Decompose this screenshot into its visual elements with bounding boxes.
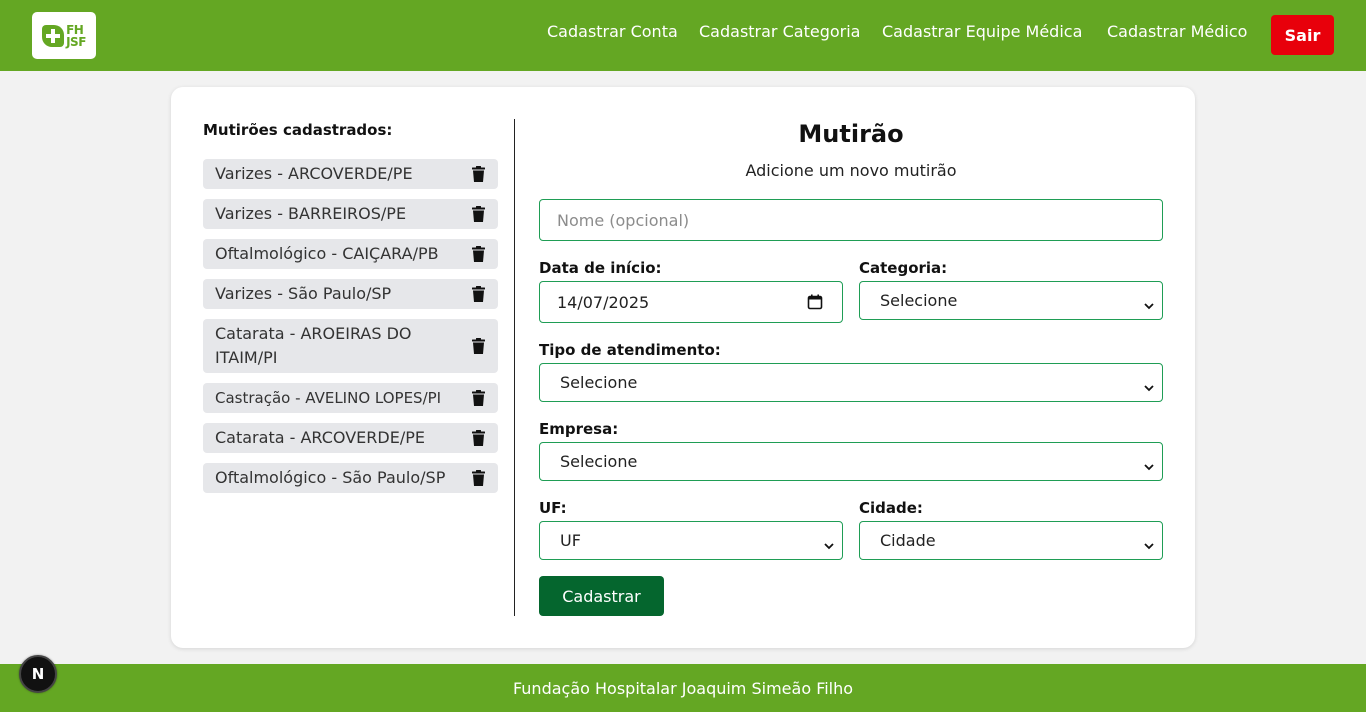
company-label: Empresa: xyxy=(539,420,619,438)
list-item-label: Castração - AVELINO LOPES/PI xyxy=(215,389,442,407)
list-item-label: Varizes - São Paulo/SP xyxy=(215,284,392,303)
form-title: Mutirão xyxy=(798,120,904,148)
medical-cross-icon xyxy=(42,24,65,47)
nav-cadastrar-categoria[interactable]: Cadastrar Categoria xyxy=(699,22,860,41)
fhjsf-logo[interactable]: FH JSF xyxy=(32,12,96,59)
list-item-label: Catarata - ARCOVERDE/PE xyxy=(215,428,425,447)
uf-select[interactable]: UF xyxy=(539,521,843,560)
service-type-select[interactable]: Selecione xyxy=(539,363,1163,402)
start-date-input[interactable]: 14/07/2025 xyxy=(539,281,843,323)
top-navbar: FH JSF Cadastrar Conta Cadastrar Categori… xyxy=(0,0,1366,71)
trash-icon[interactable] xyxy=(472,390,485,406)
uf-select-value: UF xyxy=(560,531,581,550)
list-item: Oftalmológico - São Paulo/SP xyxy=(203,463,498,493)
nav-cadastrar-medico[interactable]: Cadastrar Médico xyxy=(1107,22,1247,41)
start-date-value: 14/07/2025 xyxy=(557,292,650,312)
start-date-label: Data de início: xyxy=(539,259,662,277)
trash-icon[interactable] xyxy=(472,338,485,354)
trash-icon[interactable] xyxy=(472,166,485,182)
trash-icon[interactable] xyxy=(472,470,485,486)
chevron-down-icon xyxy=(824,536,834,549)
category-select[interactable]: Selecione xyxy=(859,281,1163,320)
city-label: Cidade: xyxy=(859,499,923,517)
list-item-label: Varizes - BARREIROS/PE xyxy=(215,204,407,223)
chevron-down-icon xyxy=(1144,378,1154,391)
chevron-down-icon xyxy=(1144,457,1154,470)
category-label: Categoria: xyxy=(859,259,948,277)
list-item-label: Oftalmológico - CAIÇARA/PB xyxy=(215,244,439,263)
list-item: Catarata - AROEIRAS DO ITAIM/PI xyxy=(203,319,498,373)
list-item-label: Oftalmológico - São Paulo/SP xyxy=(215,468,446,487)
list-title: Mutirões cadastrados: xyxy=(203,121,393,139)
dev-tools-badge[interactable]: N xyxy=(19,655,57,693)
trash-icon[interactable] xyxy=(472,206,485,222)
service-type-select-value: Selecione xyxy=(560,373,638,392)
list-item: Castração - AVELINO LOPES/PI xyxy=(203,383,498,413)
vertical-divider xyxy=(514,119,515,616)
nav-cadastrar-equipe-medica[interactable]: Cadastrar Equipe Médica xyxy=(882,22,1082,41)
city-select-value: Cidade xyxy=(880,531,936,550)
list-item-label: Varizes - ARCOVERDE/PE xyxy=(215,164,413,183)
company-select[interactable]: Selecione xyxy=(539,442,1163,481)
logout-button[interactable]: Sair xyxy=(1271,15,1334,55)
list-item: Varizes - ARCOVERDE/PE xyxy=(203,159,498,189)
footer-text: Fundação Hospitalar Joaquim Simeão Filho xyxy=(512,678,854,698)
form-subtitle: Adicione um novo mutirão xyxy=(745,161,957,180)
name-input[interactable]: Nome (opcional) xyxy=(539,199,1163,241)
submit-button[interactable]: Cadastrar xyxy=(539,576,664,616)
chevron-down-icon xyxy=(1144,296,1154,309)
service-type-label: Tipo de atendimento: xyxy=(539,341,721,359)
list-item: Catarata - ARCOVERDE/PE xyxy=(203,423,498,453)
calendar-icon[interactable] xyxy=(807,294,823,310)
list-item: Oftalmológico - CAIÇARA/PB xyxy=(203,239,498,269)
footer: Fundação Hospitalar Joaquim Simeão Filho xyxy=(0,664,1366,712)
list-item: Varizes - São Paulo/SP xyxy=(203,279,498,309)
chevron-down-icon xyxy=(1144,536,1154,549)
trash-icon[interactable] xyxy=(472,286,485,302)
logo-text: FH JSF xyxy=(66,22,86,49)
list-item-label: Catarata - AROEIRAS DO ITAIM/PI xyxy=(215,324,412,367)
list-item: Varizes - BARREIROS/PE xyxy=(203,199,498,229)
nav-cadastrar-conta[interactable]: Cadastrar Conta xyxy=(547,22,678,41)
name-input-placeholder: Nome (opcional) xyxy=(557,210,690,230)
uf-label: UF: xyxy=(539,499,567,517)
category-select-value: Selecione xyxy=(880,291,958,310)
trash-icon[interactable] xyxy=(472,246,485,262)
city-select[interactable]: Cidade xyxy=(859,521,1163,560)
trash-icon[interactable] xyxy=(472,430,485,446)
main-card: Mutirões cadastrados: Varizes - ARCOVERD… xyxy=(171,87,1195,648)
company-select-value: Selecione xyxy=(560,452,638,471)
